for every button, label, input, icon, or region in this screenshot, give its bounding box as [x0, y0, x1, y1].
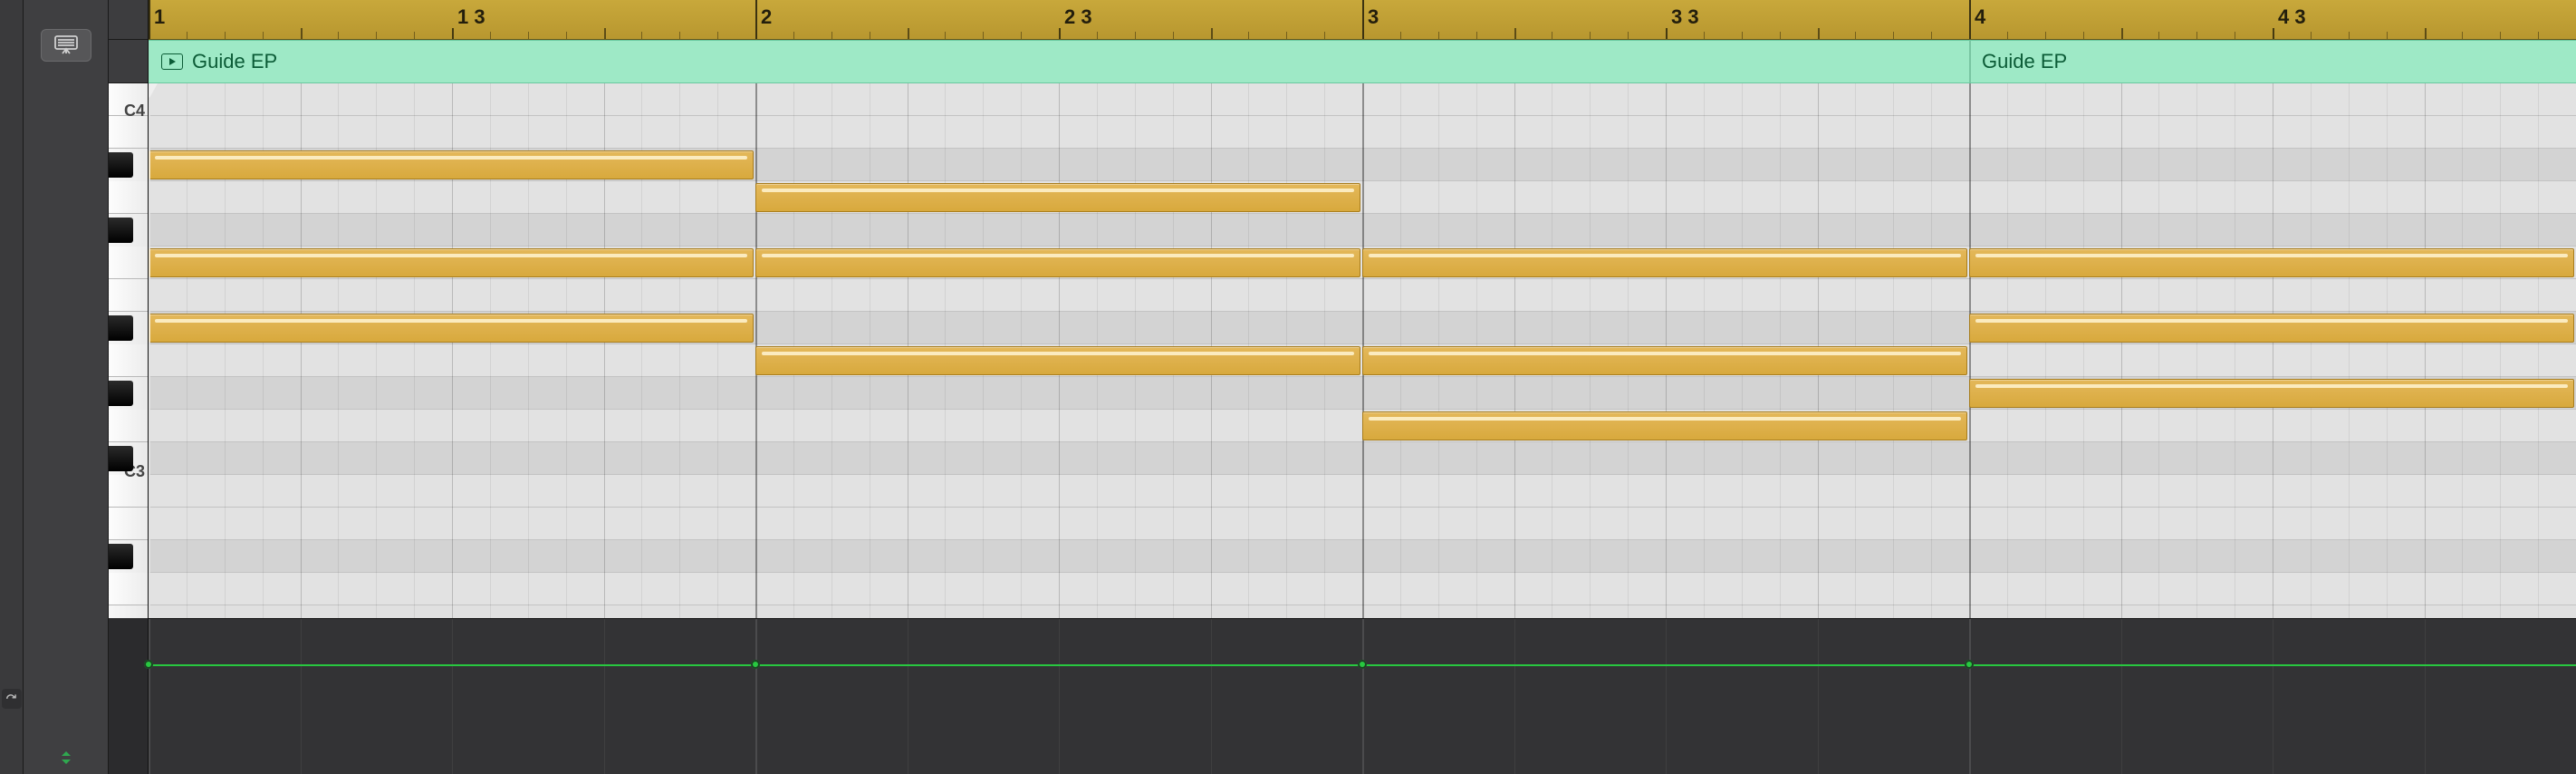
piano-black-key[interactable] — [109, 381, 133, 406]
piano-black-key[interactable] — [109, 446, 133, 471]
play-icon — [161, 53, 183, 70]
midi-note[interactable] — [1969, 379, 2574, 408]
ruler-label: 3 3 — [1671, 5, 1699, 29]
editor-main: 11 322 333 344 35 Guide EP Guide EP — [149, 0, 2576, 774]
piano-black-key[interactable] — [109, 315, 133, 341]
redo-button[interactable] — [2, 689, 22, 709]
piano-black-key[interactable] — [109, 218, 133, 243]
piano-white-key[interactable] — [109, 344, 148, 377]
piano-white-key[interactable] — [109, 181, 148, 214]
midi-note[interactable] — [149, 150, 754, 179]
region-name-text: Guide EP — [192, 50, 277, 73]
piano-white-key[interactable] — [109, 573, 148, 605]
midi-note[interactable] — [1362, 346, 1967, 375]
piano-roll-editor: C4C3 11 322 333 344 35 Guide EP Guide EP — [0, 0, 2576, 774]
timeline-ruler[interactable]: 11 322 333 344 35 — [149, 0, 2576, 40]
midi-note[interactable] — [149, 314, 754, 343]
ruler-label: 4 — [1975, 5, 1985, 29]
automation-point[interactable] — [1358, 660, 1367, 669]
piano-white-key[interactable] — [109, 508, 148, 540]
midi-note[interactable] — [755, 346, 1360, 375]
midi-note[interactable] — [1969, 314, 2574, 343]
piano-keyboard[interactable]: C4C3 — [109, 83, 148, 618]
ruler-label: 1 3 — [457, 5, 485, 29]
inspector-gutter — [24, 0, 109, 774]
note-grid[interactable] — [149, 83, 2576, 618]
automation-point[interactable] — [1965, 660, 1974, 669]
ruler-label: 2 — [761, 5, 772, 29]
region-header[interactable]: Guide EP Guide EP — [149, 40, 2576, 83]
automation-point[interactable] — [144, 660, 153, 669]
region-name-loop: Guide EP — [1982, 50, 2067, 73]
piano-white-key[interactable] — [109, 116, 148, 149]
automation-point[interactable] — [751, 660, 760, 669]
region-loop-text: Guide EP — [1982, 50, 2067, 73]
piano-white-key[interactable] — [109, 410, 148, 442]
piano-white-key[interactable] — [109, 279, 148, 312]
midi-note[interactable] — [1362, 411, 1967, 440]
piano-keyboard-column: C4C3 — [109, 0, 149, 774]
midi-note[interactable] — [755, 248, 1360, 277]
vertical-zoom-control[interactable] — [41, 745, 91, 770]
midi-note[interactable] — [149, 248, 754, 277]
ruler-label: 2 3 — [1064, 5, 1092, 29]
midi-note[interactable] — [1969, 248, 2574, 277]
ruler-label: 1 — [154, 5, 165, 29]
ruler-label: 4 3 — [2278, 5, 2306, 29]
piano-black-key[interactable] — [109, 544, 133, 569]
region-name-primary: Guide EP — [161, 50, 277, 73]
piano-key-label: C4 — [124, 102, 145, 121]
piano-white-key[interactable] — [109, 247, 148, 279]
left-tool-strip — [0, 0, 24, 774]
piano-black-key[interactable] — [109, 152, 133, 178]
midi-note[interactable] — [755, 183, 1360, 212]
catalog-button[interactable] — [41, 29, 91, 62]
ruler-label: 3 — [1368, 5, 1379, 29]
midi-note[interactable] — [1362, 248, 1967, 277]
playhead[interactable] — [149, 83, 150, 618]
automation-lane[interactable] — [149, 618, 2576, 774]
